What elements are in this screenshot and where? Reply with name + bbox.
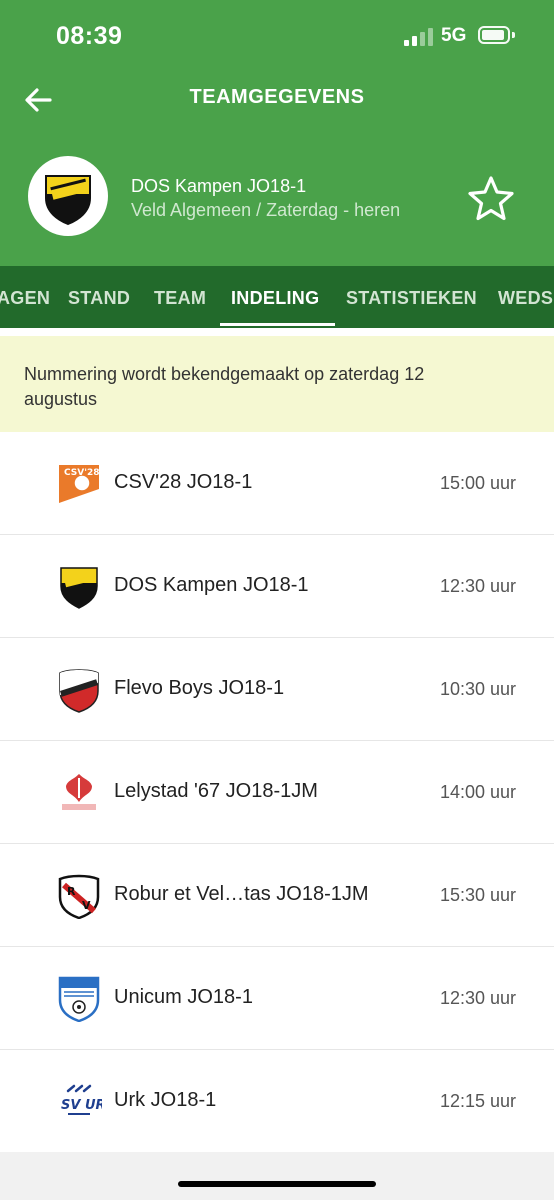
match-time: 15:00 uur <box>439 473 516 493</box>
active-tab-indicator <box>220 323 335 326</box>
bottom-safe-area <box>0 1152 554 1200</box>
svg-text:R: R <box>67 885 76 898</box>
team-name: Robur et Vel…tas JO18-1JM <box>114 883 369 905</box>
flevo-boys-logo <box>59 669 99 713</box>
home-indicator[interactable] <box>178 1181 376 1187</box>
navigation-bar: TEAMGEGEVENS <box>0 72 554 130</box>
list-item[interactable]: R V Robur et Vel…tas JO18-1JM 15:30 uur <box>0 844 554 947</box>
signal-icon <box>404 28 434 46</box>
tab-stand[interactable]: STAND <box>68 288 130 309</box>
notice-banner: Nummering wordt bekendgemaakt op zaterda… <box>0 336 554 433</box>
lelystad-67-logo <box>62 774 96 810</box>
tab-statistieken[interactable]: STATISTIEKEN <box>346 288 477 309</box>
page-title: TEAMGEGEVENS <box>189 86 365 108</box>
sv-urk-logo: SV URK <box>61 1084 102 1115</box>
team-name: Flevo Boys JO18-1 <box>114 677 285 699</box>
team-subtitle: Veld Algemeen / Zaterdag - heren <box>131 200 401 220</box>
tab-bar: AGEN STAND TEAM INDELING STATISTIEKEN WE… <box>0 266 554 328</box>
list-item[interactable]: CSV'28 CSV'28 JO18-1 15:00 uur <box>0 432 554 535</box>
robur-et-velocitas-logo: R V <box>58 874 100 919</box>
match-time: 15:30 uur <box>439 885 516 905</box>
match-time: 10:30 uur <box>439 679 516 699</box>
tab-indeling[interactable]: INDELING <box>231 288 319 309</box>
team-header: DOS Kampen JO18-1 Veld Algemeen / Zaterd… <box>0 129 554 266</box>
network-label: 5G <box>441 25 467 46</box>
match-time: 12:30 uur <box>439 576 516 596</box>
team-name: Urk JO18-1 <box>114 1089 217 1111</box>
favorite-button[interactable] <box>466 174 516 224</box>
tab-weds-partial[interactable]: WEDS <box>498 288 553 309</box>
svg-text:SV URK: SV URK <box>61 1098 102 1113</box>
dos-kampen-logo <box>60 567 98 609</box>
tab-team[interactable]: TEAM <box>154 288 206 309</box>
star-outline-icon <box>468 176 514 221</box>
match-time: 12:15 uur <box>439 1091 516 1111</box>
notice-text: Nummering wordt bekendgemaakt op zaterda… <box>24 364 425 409</box>
list-item[interactable]: Unicum JO18-1 12:30 uur <box>0 947 554 1050</box>
status-time: 08:39 <box>56 22 123 50</box>
match-time: 12:30 uur <box>439 988 516 1008</box>
battery-icon <box>478 26 515 44</box>
csv28-logo: CSV'28 <box>59 465 100 503</box>
team-crest <box>28 156 108 236</box>
list-item[interactable]: Flevo Boys JO18-1 10:30 uur <box>0 638 554 741</box>
svg-text:CSV'28: CSV'28 <box>64 468 100 478</box>
dos-kampen-logo <box>45 175 91 226</box>
status-bar: 08:39 5G <box>0 0 554 72</box>
list-item[interactable]: DOS Kampen JO18-1 12:30 uur <box>0 535 554 638</box>
team-name: Lelystad '67 JO18-1JM <box>114 780 318 802</box>
team-name: CSV'28 JO18-1 <box>114 471 253 493</box>
list-item[interactable]: Lelystad '67 JO18-1JM 14:00 uur <box>0 741 554 844</box>
unicum-logo <box>58 976 100 1022</box>
match-time: 14:00 uur <box>439 782 516 802</box>
tab-wedstrijden-partial[interactable]: AGEN <box>0 288 50 309</box>
team-name: DOS Kampen JO18-1 <box>131 176 307 196</box>
svg-text:V: V <box>82 899 91 912</box>
team-name: Unicum JO18-1 <box>114 986 253 1008</box>
team-name: DOS Kampen JO18-1 <box>114 574 309 596</box>
list-item[interactable]: SV URK Urk JO18-1 12:15 uur <box>0 1050 554 1153</box>
